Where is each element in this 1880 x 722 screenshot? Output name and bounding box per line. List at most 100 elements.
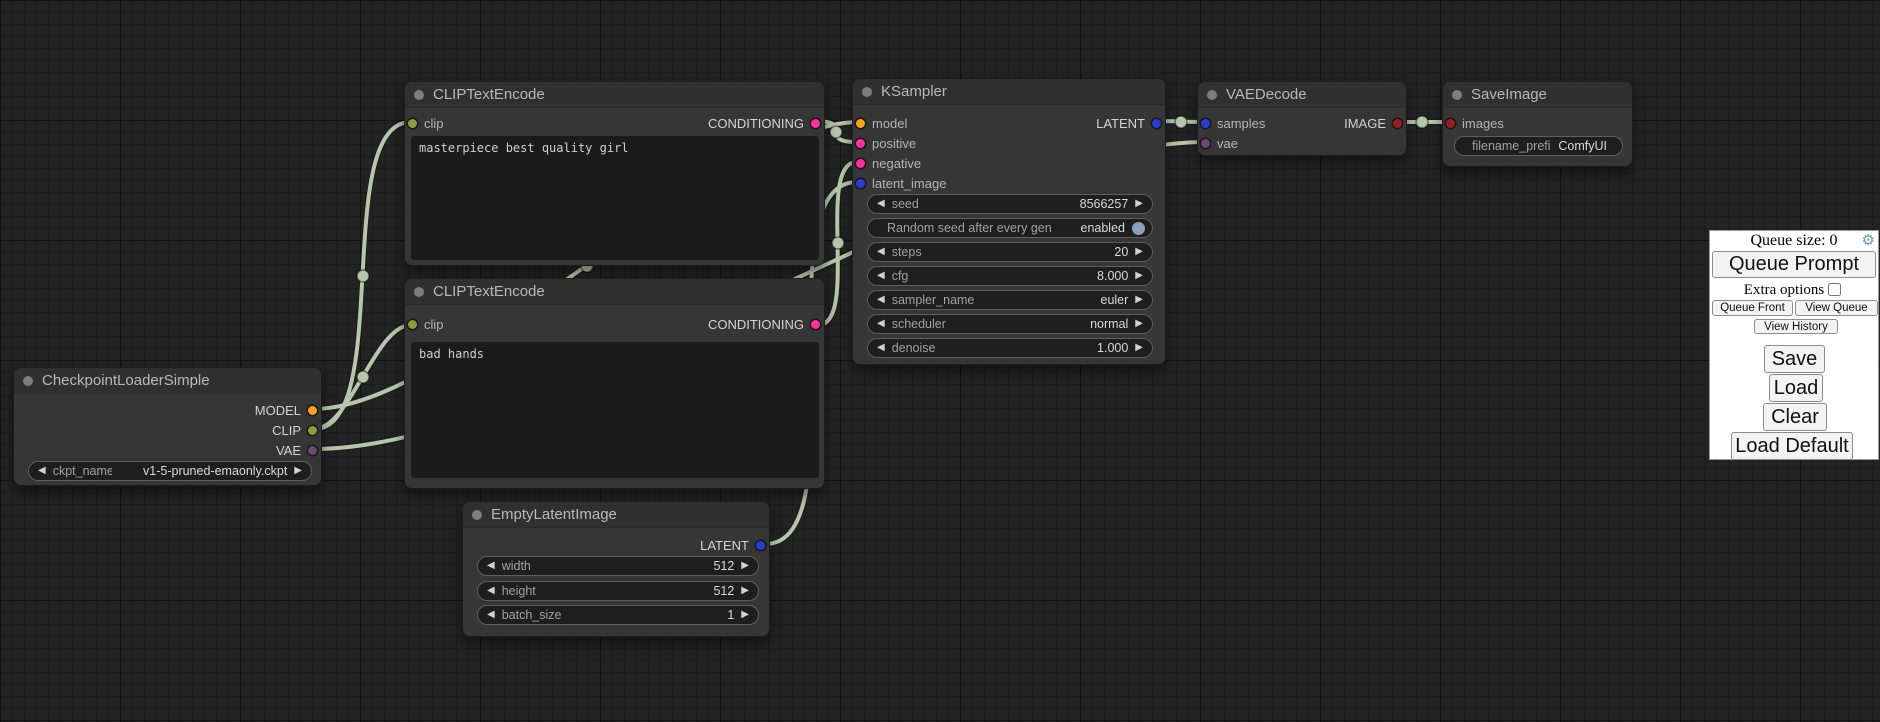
node-status-dot[interactable] — [1207, 90, 1217, 100]
input-slot-vae[interactable]: vae — [1201, 133, 1238, 153]
view-queue-button[interactable]: View Queue — [1795, 300, 1878, 316]
increment-icon[interactable]: ▶ — [1135, 319, 1143, 329]
queue-front-button[interactable]: Queue Front — [1712, 300, 1793, 316]
decrement-icon[interactable]: ◀ — [877, 343, 885, 353]
node-titlebar[interactable]: KSampler — [853, 79, 1165, 105]
input-slot-positive[interactable]: positive — [856, 133, 916, 153]
image-slot-dot[interactable] — [1446, 119, 1455, 128]
widget-name: width — [502, 559, 531, 573]
node-titlebar[interactable]: VAEDecode — [1198, 82, 1406, 108]
increment-icon[interactable]: ▶ — [1135, 295, 1143, 305]
latent-slot-dot[interactable] — [1201, 119, 1210, 128]
settings-gear-icon[interactable]: ⚙ — [1862, 233, 1875, 248]
prompt-textarea[interactable]: bad hands — [411, 342, 819, 478]
increment-icon[interactable]: ▶ — [294, 466, 302, 476]
input-slot-samples[interactable]: samples — [1201, 113, 1265, 133]
node-ksampler: KSampler model positive negative latent_… — [852, 78, 1166, 365]
increment-icon[interactable]: ▶ — [741, 586, 749, 596]
increment-icon[interactable]: ▶ — [1135, 271, 1143, 281]
widget-value: 20 — [1114, 245, 1128, 259]
filename-prefix-widget[interactable]: filename_prefix ComfyUI — [1454, 136, 1623, 156]
extra-options-checkbox[interactable] — [1828, 283, 1841, 296]
seed-widget[interactable]: ◀ seed 8566257 ▶ — [867, 194, 1153, 214]
clip-slot-dot[interactable] — [308, 426, 317, 435]
save-button[interactable]: Save — [1764, 345, 1825, 373]
clear-button[interactable]: Clear — [1763, 403, 1827, 431]
load-button[interactable]: Load — [1769, 374, 1823, 402]
image-slot-dot[interactable] — [1393, 119, 1402, 128]
output-slot-model[interactable]: MODEL — [255, 400, 317, 420]
input-slot-latent-image[interactable]: latent_image — [856, 173, 946, 193]
output-slot-conditioning[interactable]: CONDITIONING — [708, 314, 820, 334]
denoise-widget[interactable]: ◀ denoise 1.000 ▶ — [867, 338, 1153, 358]
decrement-icon[interactable]: ◀ — [487, 561, 495, 571]
slot-label: IMAGE — [1344, 116, 1386, 131]
increment-icon[interactable]: ▶ — [1135, 199, 1143, 209]
decrement-icon[interactable]: ◀ — [38, 466, 46, 476]
input-slot-clip[interactable]: clip — [408, 314, 444, 334]
node-status-dot[interactable] — [23, 376, 33, 386]
node-status-dot[interactable] — [1452, 90, 1462, 100]
cfg-widget[interactable]: ◀ cfg 8.000 ▶ — [867, 266, 1153, 286]
output-slot-latent[interactable]: LATENT — [1096, 113, 1161, 133]
increment-icon[interactable]: ▶ — [1135, 343, 1143, 353]
width-widget[interactable]: ◀ width 512 ▶ — [477, 556, 759, 576]
node-titlebar[interactable]: SaveImage — [1443, 82, 1632, 108]
node-titlebar[interactable]: CheckpointLoaderSimple — [14, 368, 321, 394]
node-status-dot[interactable] — [862, 87, 872, 97]
conditioning-slot-dot[interactable] — [811, 320, 820, 329]
toggle-enabled-dot[interactable] — [1132, 222, 1145, 235]
increment-icon[interactable]: ▶ — [1135, 247, 1143, 257]
conditioning-slot-dot[interactable] — [856, 139, 865, 148]
view-history-button[interactable]: View History — [1754, 319, 1838, 334]
decrement-icon[interactable]: ◀ — [487, 610, 495, 620]
vae-slot-dot[interactable] — [308, 446, 317, 455]
increment-icon[interactable]: ▶ — [741, 561, 749, 571]
clip-slot-dot[interactable] — [408, 119, 417, 128]
clip-slot-dot[interactable] — [408, 320, 417, 329]
decrement-icon[interactable]: ◀ — [877, 295, 885, 305]
decrement-icon[interactable]: ◀ — [877, 199, 885, 209]
node-status-dot[interactable] — [414, 90, 424, 100]
decrement-icon[interactable]: ◀ — [877, 247, 885, 257]
output-slot-clip[interactable]: CLIP — [272, 420, 317, 440]
model-slot-dot[interactable] — [308, 406, 317, 415]
scheduler-widget[interactable]: ◀ scheduler normal ▶ — [867, 314, 1153, 334]
output-slot-vae[interactable]: VAE — [276, 440, 317, 460]
node-titlebar[interactable]: EmptyLatentImage — [463, 502, 769, 528]
decrement-icon[interactable]: ◀ — [487, 586, 495, 596]
load-default-button[interactable]: Load Default — [1731, 432, 1853, 460]
node-titlebar[interactable]: CLIPTextEncode — [405, 82, 824, 108]
node-title: EmptyLatentImage — [491, 506, 617, 523]
input-slot-negative[interactable]: negative — [856, 153, 921, 173]
node-status-dot[interactable] — [472, 510, 482, 520]
output-slot-image[interactable]: IMAGE — [1344, 113, 1402, 133]
conditioning-slot-dot[interactable] — [856, 159, 865, 168]
vae-slot-dot[interactable] — [1201, 139, 1210, 148]
input-slot-model[interactable]: model — [856, 113, 907, 133]
batch-size-widget[interactable]: ◀ batch_size 1 ▶ — [477, 605, 759, 625]
latent-slot-dot[interactable] — [1152, 119, 1161, 128]
widget-value: enabled — [1081, 221, 1126, 235]
ckpt-name-widget[interactable]: ◀ ckpt_name v1-5-pruned-emaonly.ckpt ▶ — [28, 461, 312, 481]
prompt-textarea[interactable]: masterpiece best quality girl — [411, 136, 819, 260]
steps-widget[interactable]: ◀ steps 20 ▶ — [867, 242, 1153, 262]
latent-slot-dot[interactable] — [756, 541, 765, 550]
input-slot-images[interactable]: images — [1446, 113, 1504, 133]
increment-icon[interactable]: ▶ — [741, 610, 749, 620]
input-slot-clip[interactable]: clip — [408, 113, 444, 133]
model-slot-dot[interactable] — [856, 119, 865, 128]
node-title: VAEDecode — [1226, 86, 1307, 103]
node-titlebar[interactable]: CLIPTextEncode — [405, 279, 824, 305]
random-seed-toggle[interactable]: Random seed after every gen enabled — [867, 218, 1153, 238]
queue-prompt-button[interactable]: Queue Prompt — [1712, 251, 1876, 278]
latent-slot-dot[interactable] — [856, 179, 865, 188]
conditioning-slot-dot[interactable] — [811, 119, 820, 128]
sampler-name-widget[interactable]: ◀ sampler_name euler ▶ — [867, 290, 1153, 310]
height-widget[interactable]: ◀ height 512 ▶ — [477, 581, 759, 601]
node-status-dot[interactable] — [414, 287, 424, 297]
decrement-icon[interactable]: ◀ — [877, 271, 885, 281]
output-slot-conditioning[interactable]: CONDITIONING — [708, 113, 820, 133]
output-slot-latent[interactable]: LATENT — [700, 535, 765, 555]
decrement-icon[interactable]: ◀ — [877, 319, 885, 329]
